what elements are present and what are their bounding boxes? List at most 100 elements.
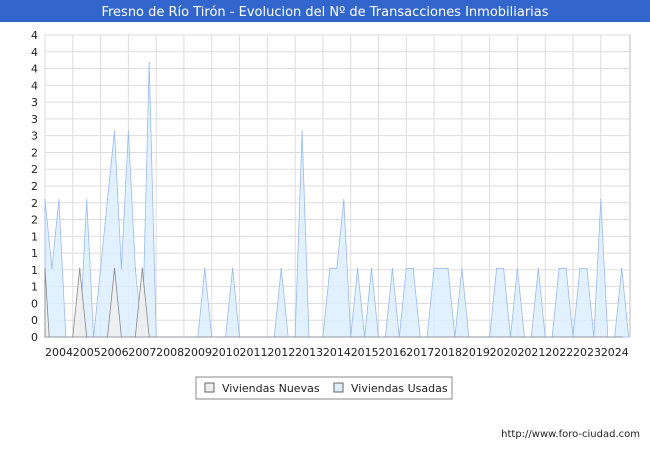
y-tick-label: 1 [31, 281, 38, 294]
data-point-viviendas-nuevas [120, 336, 122, 338]
x-tick-label: 2016 [378, 346, 406, 359]
x-tick-label: 2007 [128, 346, 156, 359]
data-point-viviendas-nuevas [621, 336, 623, 338]
x-tick-label: 2005 [73, 346, 101, 359]
data-point-viviendas-usadas [336, 267, 338, 269]
data-point-viviendas-usadas [412, 267, 414, 269]
y-tick-label: 4 [31, 79, 38, 92]
chart-container: Fresno de Río Tirón - Evolucion del Nº d… [0, 0, 650, 450]
data-point-viviendas-usadas [558, 267, 560, 269]
data-point-viviendas-usadas [621, 267, 623, 269]
y-axis-tick-labels: 0 0 0 1 1 1 1 2 2 2 2 2 3 3 3 4 4 4 4 [31, 29, 38, 344]
data-point-viviendas-nuevas [86, 336, 88, 338]
y-tick-label: 2 [31, 163, 38, 176]
y-tick-label: 2 [31, 180, 38, 193]
x-tick-label: 2011 [240, 346, 268, 359]
y-tick-label: 4 [31, 46, 38, 59]
legend-swatch-usadas [333, 382, 344, 393]
data-point-viviendas-usadas [204, 267, 206, 269]
y-tick-label: 1 [31, 230, 38, 243]
data-point-viviendas-usadas [516, 267, 519, 269]
data-point-viviendas-nuevas [141, 267, 143, 269]
data-point-viviendas-usadas [280, 267, 282, 269]
data-point-viviendas-usadas [565, 267, 567, 269]
data-point-viviendas-usadas [391, 267, 393, 269]
data-point-viviendas-usadas [301, 130, 303, 132]
x-tick-label: 2014 [323, 346, 351, 359]
data-point-viviendas-nuevas [106, 336, 109, 338]
x-tick-label: 2009 [184, 346, 212, 359]
y-tick-label: 0 [31, 331, 38, 344]
y-tick-label: 0 [31, 314, 38, 327]
x-tick-label: 2017 [406, 346, 434, 359]
x-tick-label: 2021 [517, 346, 545, 359]
data-point-viviendas-usadas [51, 267, 53, 269]
data-point-viviendas-nuevas [79, 267, 81, 269]
data-point-viviendas-usadas [120, 267, 122, 269]
data-point-viviendas-nuevas [113, 267, 116, 269]
data-point-viviendas-usadas [329, 267, 331, 269]
y-tick-label: 3 [31, 130, 38, 143]
x-tick-label: 2020 [490, 346, 518, 359]
legend-label-usadas: Viviendas Usadas [351, 382, 448, 395]
data-point-viviendas-usadas [496, 267, 498, 269]
x-tick-label: 2008 [156, 346, 184, 359]
data-point-viviendas-nuevas [48, 336, 50, 338]
x-tick-label: 2019 [462, 346, 490, 359]
data-point-viviendas-usadas [586, 267, 588, 269]
data-point-viviendas-usadas [44, 199, 46, 201]
y-tick-label: 3 [31, 113, 38, 126]
data-point-viviendas-usadas [447, 267, 449, 269]
data-point-viviendas-usadas [537, 267, 539, 269]
legend-label-nuevas: Viviendas Nuevas [222, 382, 320, 395]
data-point-viviendas-usadas [370, 267, 373, 269]
data-point-viviendas-usadas [58, 199, 60, 201]
chart-title: Fresno de Río Tirón - Evolucion del Nº d… [101, 5, 548, 20]
data-point-viviendas-usadas [100, 267, 102, 269]
data-point-viviendas-nuevas [148, 336, 150, 338]
data-point-viviendas-usadas [343, 199, 345, 201]
data-point-viviendas-usadas [113, 130, 116, 132]
y-tick-label: 2 [31, 197, 38, 210]
data-point-viviendas-nuevas [72, 336, 74, 338]
x-tick-label: 2012 [267, 346, 295, 359]
x-axis-tick-labels: 2004 2005 2006 2007 2008 2009 2010 2011 2012 2013… [45, 346, 629, 359]
data-point-viviendas-usadas [440, 267, 442, 269]
y-tick-label: 0 [31, 297, 38, 310]
y-tick-label: 2 [31, 214, 38, 227]
y-tick-label: 1 [31, 264, 38, 277]
x-tick-label: 2015 [351, 346, 379, 359]
data-point-viviendas-usadas [503, 267, 505, 269]
y-tick-label: 4 [31, 29, 38, 42]
data-point-viviendas-usadas [579, 267, 581, 269]
data-point-viviendas-usadas [134, 267, 136, 269]
x-tick-label: 2010 [212, 346, 240, 359]
data-point-viviendas-usadas [148, 61, 150, 64]
x-tick-label: 2024 [601, 346, 629, 359]
y-tick-label: 4 [31, 63, 38, 76]
x-tick-label: 2006 [101, 346, 129, 359]
x-tick-label: 2018 [434, 346, 462, 359]
data-point-viviendas-usadas [461, 267, 463, 269]
data-point-viviendas-usadas [600, 199, 602, 201]
x-tick-label: 2023 [573, 346, 601, 359]
area-chart: Fresno de Río Tirón - Evolucion del Nº d… [0, 0, 650, 440]
data-point-viviendas-usadas [106, 199, 109, 201]
data-point-viviendas-usadas [86, 199, 88, 201]
data-point-viviendas-usadas [628, 336, 630, 338]
data-point-viviendas-usadas [127, 130, 129, 132]
source-url: http://www.foro-ciudad.com [501, 429, 640, 440]
y-tick-label: 2 [31, 146, 38, 159]
data-point-viviendas-usadas [357, 267, 359, 269]
data-point-viviendas-usadas [433, 267, 435, 269]
x-tick-label: 2013 [295, 346, 323, 359]
data-point-viviendas-usadas [232, 267, 234, 269]
data-point-viviendas-usadas [405, 267, 407, 269]
legend-swatch-nuevas [204, 382, 215, 393]
x-tick-label: 2004 [45, 346, 73, 359]
x-tick-label: 2022 [545, 346, 573, 359]
y-tick-label: 1 [31, 247, 38, 260]
data-point-viviendas-nuevas [44, 267, 46, 269]
y-tick-label: 3 [31, 96, 38, 109]
data-point-viviendas-nuevas [134, 336, 136, 338]
